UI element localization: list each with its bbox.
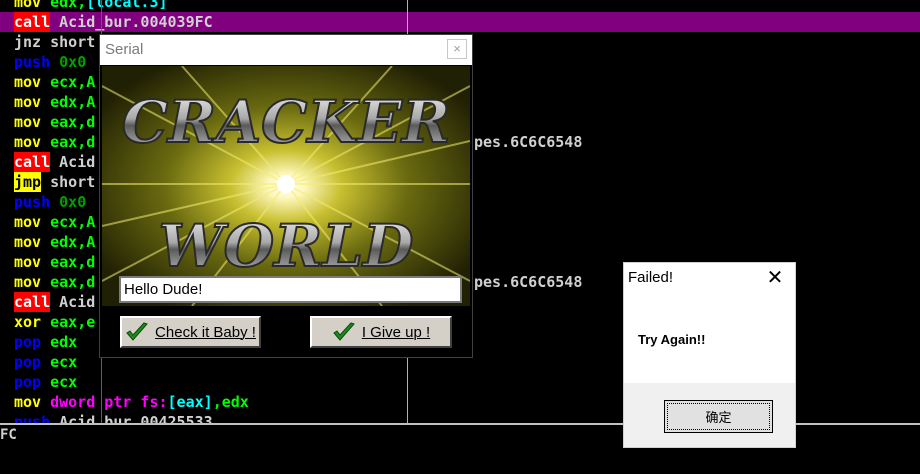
operand: [local.3] (86, 0, 168, 11)
checkmark-icon (333, 322, 355, 341)
mnemonic: jmp (14, 172, 42, 192)
operand: short (50, 173, 96, 191)
operand: eax,d (50, 253, 96, 271)
mnemonic: mov (14, 73, 42, 91)
banner-title-cracker: CRACKER (122, 88, 450, 156)
cracker-world-banner: CRACKER WORLD (102, 66, 470, 306)
serial-titlebar[interactable]: Serial × (100, 35, 472, 65)
mnemonic: mov (14, 93, 42, 111)
operand: 0x0 (59, 193, 87, 211)
mnemonic: pop (14, 373, 42, 391)
disasm-row[interactable]: call Acid_bur.004039FC (0, 12, 920, 32)
dialog-footer: 确定 (624, 383, 795, 447)
mnemonic: pop (14, 353, 42, 371)
operand: edx,A (50, 233, 96, 251)
operand: eax,d (50, 273, 96, 291)
mnemonic: mov (14, 253, 42, 271)
giveup-button-label: I Give up ! (361, 323, 431, 341)
check-button-label: Check it Baby ! (155, 323, 256, 341)
mnemonic: mov (14, 133, 42, 151)
operand: ecx (50, 353, 78, 371)
operand: eax,e (50, 313, 96, 331)
operand: ecx (50, 373, 78, 391)
mnemonic: mov (14, 113, 42, 131)
status-address: FC (0, 427, 17, 443)
mnemonic: push (14, 193, 51, 211)
operand: ecx,A (50, 73, 96, 91)
mnemonic: push (14, 53, 51, 71)
mnemonic: mov (14, 393, 42, 411)
close-icon[interactable]: ✕ (763, 267, 787, 289)
banner-title-world: WORLD (159, 212, 414, 280)
mnemonic: call (14, 12, 51, 32)
operand: edx, (50, 0, 87, 11)
operand: Acid_bur.004039FC (59, 13, 213, 31)
operand: eax,d (50, 113, 96, 131)
reference-comment: pes.6C6C6548 (474, 273, 583, 291)
mnemonic: call (14, 292, 51, 312)
mnemonic: mov (14, 0, 42, 11)
operand: Acid (59, 153, 96, 171)
reference-comment: pes.6C6C6548 (474, 133, 583, 151)
mnemonic: mov (14, 213, 42, 231)
disasm-row[interactable]: mov edx,[local.3] (0, 0, 920, 12)
mnemonic: pop (14, 333, 42, 351)
mnemonic: jnz (14, 33, 42, 51)
operand: eax,d (50, 133, 96, 151)
operand: edx,A (50, 93, 96, 111)
give-up-button[interactable]: I Give up ! (310, 316, 452, 348)
operand: Acid (59, 293, 96, 311)
mnemonic: xor (14, 313, 42, 331)
check-it-baby-button[interactable]: Check it Baby ! (120, 316, 261, 348)
operand: ,edx (212, 393, 249, 411)
mnemonic: call (14, 152, 51, 172)
operand: [eax] (167, 393, 213, 411)
operand: edx (50, 333, 78, 351)
banner-graphic: CRACKER WORLD (102, 66, 470, 306)
light-flare (277, 175, 295, 193)
mnemonic: mov (14, 233, 42, 251)
operand: dword ptr fs: (50, 393, 168, 411)
close-icon[interactable]: × (447, 39, 467, 59)
operand: 0x0 (59, 53, 87, 71)
serial-input[interactable] (119, 276, 462, 303)
mnemonic: mov (14, 273, 42, 291)
ok-button[interactable]: 确定 (664, 400, 773, 433)
serial-window: Serial × CRACKER WORLD Hello Dude! Check… (99, 34, 473, 358)
operand: short (50, 33, 96, 51)
failed-dialog-title: Failed! (628, 269, 674, 286)
failed-message: Try Again!! (638, 332, 706, 347)
failed-dialog: Failed! ✕ Try Again!! 确定 (623, 262, 796, 448)
operand: ecx,A (50, 213, 96, 231)
serial-window-title: Serial (105, 41, 144, 58)
checkmark-icon (126, 322, 148, 341)
